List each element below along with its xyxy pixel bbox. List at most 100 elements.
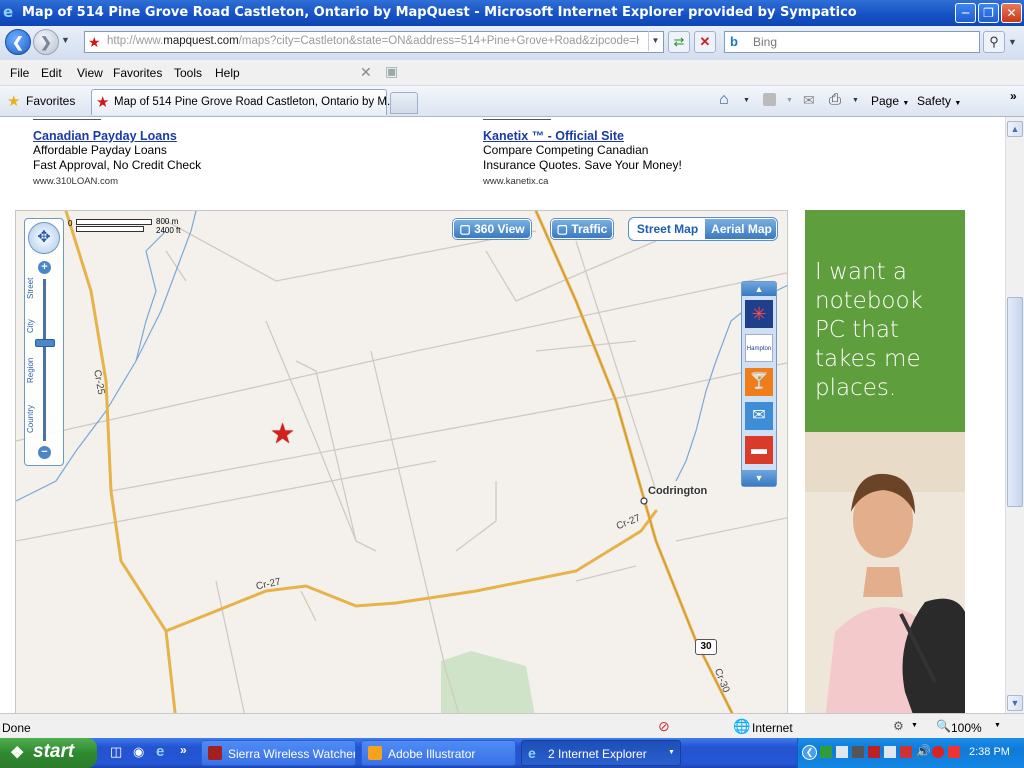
zoom-icon[interactable]: 🔍 bbox=[936, 719, 951, 733]
nightlife-icon[interactable]: 🍸 bbox=[745, 368, 773, 396]
start-button[interactable]: ❖ start bbox=[0, 738, 97, 768]
ad-title-link[interactable]: Canadian Payday Loans bbox=[33, 129, 201, 143]
quicklaunch-desktop-icon[interactable]: ◫ bbox=[110, 744, 122, 760]
task-internet-explorer[interactable]: e 2 Internet Explorer ▼ bbox=[521, 740, 681, 766]
tray-app-icon[interactable] bbox=[948, 746, 960, 758]
more-tools-icon[interactable]: » bbox=[1010, 89, 1017, 103]
menu-favorites[interactable]: Favorites bbox=[113, 66, 162, 80]
forward-button[interactable]: ❯ bbox=[33, 29, 59, 55]
quicklaunch-more-icon[interactable]: » bbox=[180, 743, 187, 757]
security-zone: Internet bbox=[752, 721, 793, 735]
zoom-label-country[interactable]: Country bbox=[26, 405, 35, 433]
close-button[interactable]: ✕ bbox=[1001, 3, 1022, 23]
clock[interactable]: 2:38 PM bbox=[969, 746, 1010, 758]
menu-tools[interactable]: Tools bbox=[174, 66, 202, 80]
scale-zero: 0 bbox=[68, 219, 73, 228]
quicklaunch-media-icon[interactable]: ◉ bbox=[133, 744, 144, 760]
read-mail-icon[interactable]: ✉ bbox=[803, 92, 815, 109]
vertical-scrollbar[interactable]: ▲ ▼ bbox=[1005, 117, 1024, 713]
side-advertisement[interactable]: I want a notebook PC that takes me place… bbox=[805, 210, 965, 713]
view360-button[interactable]: ▢ 360 View bbox=[453, 219, 531, 239]
tray-app-icon[interactable] bbox=[820, 746, 832, 758]
tray-expand-icon[interactable]: ❮ bbox=[802, 745, 817, 760]
window-title: Map of 514 Pine Grove Road Castleton, On… bbox=[22, 5, 857, 20]
ad-line: Fast Approval, No Credit Check bbox=[33, 158, 202, 172]
feeds-icon[interactable] bbox=[763, 93, 776, 106]
pan-control-icon[interactable]: ✥ bbox=[28, 222, 60, 254]
status-bar: Done ⊘ 🌐 Internet ⚙ ▼ 🔍 100% ▼ bbox=[0, 713, 1024, 738]
aerial-map-button[interactable]: Aerial Map bbox=[705, 219, 776, 239]
minimize-button[interactable]: ─ bbox=[955, 3, 976, 23]
favorites-star-icon[interactable]: ★ bbox=[7, 92, 20, 110]
print-icon[interactable]: ⎙ bbox=[829, 91, 841, 108]
scroll-thumb[interactable] bbox=[1007, 297, 1023, 507]
menu-view[interactable]: View bbox=[77, 66, 103, 80]
location-marker-icon[interactable]: ★ bbox=[270, 417, 295, 450]
zoom-level[interactable]: 100% bbox=[951, 721, 982, 735]
ad-domain[interactable]: www.kanetix.ca bbox=[483, 176, 682, 187]
protected-mode-icon[interactable]: ⚙ bbox=[893, 719, 904, 733]
quicklaunch-ie-icon[interactable]: e bbox=[156, 743, 164, 760]
back-button[interactable]: ❮ bbox=[5, 29, 31, 55]
address-dropdown-icon[interactable]: ▼ bbox=[648, 31, 662, 51]
tray-network-icon[interactable] bbox=[884, 746, 896, 758]
tray-app-icon[interactable] bbox=[900, 746, 912, 758]
scroll-up-button[interactable]: ▲ bbox=[1007, 121, 1023, 137]
popup-blocker-icon[interactable]: ⊘ bbox=[658, 718, 670, 735]
menu-help[interactable]: Help bbox=[215, 66, 240, 80]
attractions-icon[interactable]: ✳ bbox=[745, 300, 773, 328]
ad-domain[interactable]: www.310LOAN.com bbox=[33, 176, 201, 187]
poi-scroll-down-icon[interactable]: ▼ bbox=[742, 470, 776, 486]
print-dropdown-icon[interactable]: ▼ bbox=[852, 97, 859, 104]
menu-file[interactable]: File bbox=[10, 66, 29, 80]
street-map-button[interactable]: Street Map bbox=[630, 219, 705, 239]
scroll-down-button[interactable]: ▼ bbox=[1007, 695, 1023, 711]
protected-mode-dropdown-icon[interactable]: ▼ bbox=[911, 722, 918, 729]
tray-app-icon[interactable] bbox=[868, 746, 880, 758]
tray-app-icon[interactable] bbox=[836, 746, 848, 758]
favorites-button[interactable]: Favorites bbox=[26, 94, 75, 108]
tray-volume-icon[interactable]: 🔊 bbox=[916, 744, 931, 758]
lodging-icon[interactable]: ▬ bbox=[745, 436, 773, 464]
mail-icon[interactable]: ✉ bbox=[745, 402, 773, 430]
zoom-in-button[interactable]: + bbox=[38, 261, 51, 274]
menu-edit[interactable]: Edit bbox=[41, 66, 62, 80]
ad-title-link[interactable]: Kanetix ™ - Official Site bbox=[483, 129, 682, 143]
home-dropdown-icon[interactable]: ▼ bbox=[743, 97, 750, 104]
ad-payday-loans: Canadian Payday Loans Affordable Payday … bbox=[33, 129, 201, 187]
tray-security-icon[interactable] bbox=[932, 746, 944, 758]
zoom-label-street[interactable]: Street bbox=[26, 278, 35, 299]
stop-icon[interactable]: ✕ bbox=[694, 31, 716, 53]
home-icon[interactable]: ⌂ bbox=[719, 91, 729, 109]
tray-app-icon[interactable] bbox=[852, 746, 864, 758]
zoom-track[interactable] bbox=[43, 279, 46, 441]
search-input[interactable]: b Bing bbox=[724, 31, 980, 53]
restore-button[interactable]: ❐ bbox=[978, 3, 999, 23]
address-input[interactable]: ★ http://www.mapquest.com/maps?city=Cast… bbox=[84, 31, 664, 53]
new-tab-button[interactable] bbox=[390, 92, 418, 114]
hotel-brand-icon[interactable]: Hampton bbox=[745, 334, 773, 362]
zoom-label-city[interactable]: City bbox=[26, 319, 35, 333]
search-icon[interactable]: ⚲ bbox=[983, 31, 1005, 53]
safety-menu[interactable]: Safety ▼ bbox=[917, 94, 961, 108]
map-canvas[interactable]: Cr-25 Cr-27 Cr-27 Cr-30 30 Codrington ★ … bbox=[15, 210, 788, 713]
search-options-icon[interactable]: ▼ bbox=[1008, 37, 1017, 47]
zoom-out-button[interactable]: − bbox=[38, 446, 51, 459]
toolbar-close-icon[interactable]: ✕ bbox=[360, 64, 372, 81]
tab-mapquest[interactable]: ★ Map of 514 Pine Grove Road Castleton, … bbox=[91, 89, 397, 115]
zoom-slider-handle[interactable] bbox=[35, 339, 55, 347]
page-menu[interactable]: Page ▼ bbox=[871, 94, 909, 108]
zoom-dropdown-icon[interactable]: ▼ bbox=[994, 722, 1001, 729]
place-label: Codrington bbox=[648, 485, 708, 497]
task-sierra-wireless[interactable]: Sierra Wireless Watcher bbox=[201, 740, 356, 766]
refresh-icon[interactable]: ⇄ bbox=[668, 31, 690, 53]
task-adobe-illustrator[interactable]: Adobe Illustrator bbox=[361, 740, 516, 766]
traffic-button[interactable]: ▢ Traffic bbox=[551, 219, 613, 239]
recent-pages-icon[interactable]: ▼ bbox=[61, 35, 70, 45]
feeds-dropdown-icon[interactable]: ▼ bbox=[786, 97, 793, 104]
task-group-dropdown-icon[interactable]: ▼ bbox=[668, 749, 675, 756]
zoom-label-region[interactable]: Region bbox=[26, 358, 35, 383]
ie-task-icon: e bbox=[528, 745, 536, 761]
poi-scroll-up-icon[interactable]: ▲ bbox=[742, 282, 776, 296]
compat-view-icon[interactable]: ▣ bbox=[385, 63, 398, 80]
